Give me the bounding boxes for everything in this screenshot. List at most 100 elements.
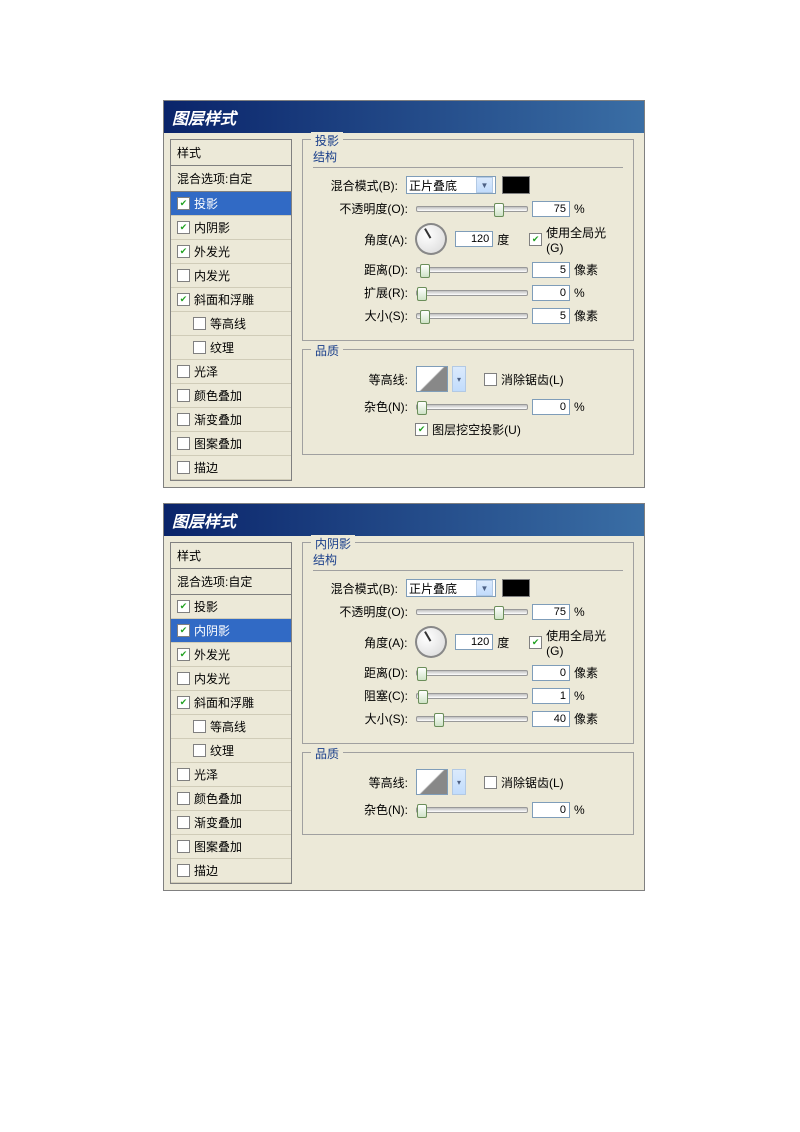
noise-input[interactable] <box>532 399 570 415</box>
angle-input[interactable] <box>455 231 493 247</box>
effect-checkbox[interactable] <box>177 437 190 450</box>
knockout-checkbox[interactable] <box>415 423 428 436</box>
size-slider[interactable] <box>416 313 528 319</box>
blend-mode-combo[interactable]: 正片叠底▼ <box>406 176 496 194</box>
distance-input[interactable] <box>532 262 570 278</box>
angle-input[interactable] <box>455 634 493 650</box>
effect-checkbox[interactable] <box>177 768 190 781</box>
spread-slider[interactable] <box>416 290 528 296</box>
color-swatch[interactable] <box>502 579 530 597</box>
effect-checkbox[interactable] <box>177 365 190 378</box>
effect-row[interactable]: 纹理 <box>171 336 291 360</box>
noise-input[interactable] <box>532 802 570 818</box>
opacity-input[interactable] <box>532 604 570 620</box>
effect-row[interactable]: 斜面和浮雕 <box>171 691 291 715</box>
antialias-checkbox[interactable] <box>484 373 497 386</box>
effect-checkbox[interactable] <box>177 269 190 282</box>
spread-input[interactable] <box>532 285 570 301</box>
blend-mode-combo[interactable]: 正片叠底▼ <box>406 579 496 597</box>
blend-options-row[interactable]: 混合选项:自定 <box>171 166 291 192</box>
effect-row[interactable]: 颜色叠加 <box>171 787 291 811</box>
effect-row[interactable]: 渐变叠加 <box>171 408 291 432</box>
size-input[interactable] <box>532 308 570 324</box>
effect-row[interactable]: 内发光 <box>171 264 291 288</box>
distance-slider[interactable] <box>416 670 528 676</box>
effect-row[interactable]: 投影 <box>171 192 291 216</box>
size-slider[interactable] <box>416 716 528 722</box>
opacity-input[interactable] <box>532 201 570 217</box>
chevron-down-icon[interactable]: ▾ <box>452 366 466 392</box>
effect-checkbox[interactable] <box>177 840 190 853</box>
effect-row[interactable]: 光泽 <box>171 763 291 787</box>
effect-row[interactable]: 描边 <box>171 456 291 480</box>
effect-checkbox[interactable] <box>177 648 190 661</box>
effect-checkbox[interactable] <box>177 221 190 234</box>
angle-dial[interactable] <box>415 223 447 255</box>
slider-thumb[interactable] <box>494 203 504 217</box>
global-light-checkbox[interactable] <box>529 636 542 649</box>
opacity-slider[interactable] <box>416 206 528 212</box>
slider-thumb[interactable] <box>494 606 504 620</box>
spread-input[interactable] <box>532 688 570 704</box>
effect-row[interactable]: 渐变叠加 <box>171 811 291 835</box>
effect-checkbox[interactable] <box>177 197 190 210</box>
distance-input[interactable] <box>532 665 570 681</box>
angle-dial[interactable] <box>415 626 447 658</box>
effect-checkbox[interactable] <box>177 600 190 613</box>
contour-picker[interactable] <box>416 366 448 392</box>
slider-thumb[interactable] <box>420 310 430 324</box>
opacity-slider[interactable] <box>416 609 528 615</box>
effect-checkbox[interactable] <box>177 293 190 306</box>
noise-slider[interactable] <box>416 404 528 410</box>
styles-header[interactable]: 样式 <box>171 543 291 569</box>
unit-label: % <box>574 689 602 703</box>
effect-row[interactable]: 外发光 <box>171 240 291 264</box>
effect-checkbox[interactable] <box>177 413 190 426</box>
effect-checkbox[interactable] <box>193 720 206 733</box>
effect-checkbox[interactable] <box>177 624 190 637</box>
contour-picker[interactable] <box>416 769 448 795</box>
effect-checkbox[interactable] <box>177 245 190 258</box>
effect-row[interactable]: 内阴影 <box>171 619 291 643</box>
effect-checkbox[interactable] <box>177 792 190 805</box>
effect-checkbox[interactable] <box>177 672 190 685</box>
slider-thumb[interactable] <box>418 690 428 704</box>
effect-row[interactable]: 投影 <box>171 595 291 619</box>
effect-checkbox[interactable] <box>177 696 190 709</box>
distance-slider[interactable] <box>416 267 528 273</box>
effect-checkbox[interactable] <box>193 744 206 757</box>
effect-checkbox[interactable] <box>177 461 190 474</box>
effect-row[interactable]: 纹理 <box>171 739 291 763</box>
slider-thumb[interactable] <box>417 287 427 301</box>
effect-row[interactable]: 图案叠加 <box>171 432 291 456</box>
blend-options-row[interactable]: 混合选项:自定 <box>171 569 291 595</box>
slider-thumb[interactable] <box>417 804 427 818</box>
slider-thumb[interactable] <box>417 667 427 681</box>
effect-row[interactable]: 内发光 <box>171 667 291 691</box>
styles-header[interactable]: 样式 <box>171 140 291 166</box>
slider-thumb[interactable] <box>420 264 430 278</box>
effect-row[interactable]: 等高线 <box>171 715 291 739</box>
size-input[interactable] <box>532 711 570 727</box>
slider-thumb[interactable] <box>417 401 427 415</box>
effect-checkbox[interactable] <box>177 864 190 877</box>
effect-row[interactable]: 颜色叠加 <box>171 384 291 408</box>
effect-row[interactable]: 光泽 <box>171 360 291 384</box>
effect-checkbox[interactable] <box>193 341 206 354</box>
spread-slider[interactable] <box>416 693 528 699</box>
effect-checkbox[interactable] <box>193 317 206 330</box>
effect-checkbox[interactable] <box>177 389 190 402</box>
effect-row[interactable]: 描边 <box>171 859 291 883</box>
effect-row[interactable]: 斜面和浮雕 <box>171 288 291 312</box>
global-light-checkbox[interactable] <box>529 233 542 246</box>
color-swatch[interactable] <box>502 176 530 194</box>
antialias-checkbox[interactable] <box>484 776 497 789</box>
effect-row[interactable]: 图案叠加 <box>171 835 291 859</box>
effect-row[interactable]: 等高线 <box>171 312 291 336</box>
noise-slider[interactable] <box>416 807 528 813</box>
effect-row[interactable]: 内阴影 <box>171 216 291 240</box>
slider-thumb[interactable] <box>434 713 444 727</box>
effect-row[interactable]: 外发光 <box>171 643 291 667</box>
chevron-down-icon[interactable]: ▾ <box>452 769 466 795</box>
effect-checkbox[interactable] <box>177 816 190 829</box>
